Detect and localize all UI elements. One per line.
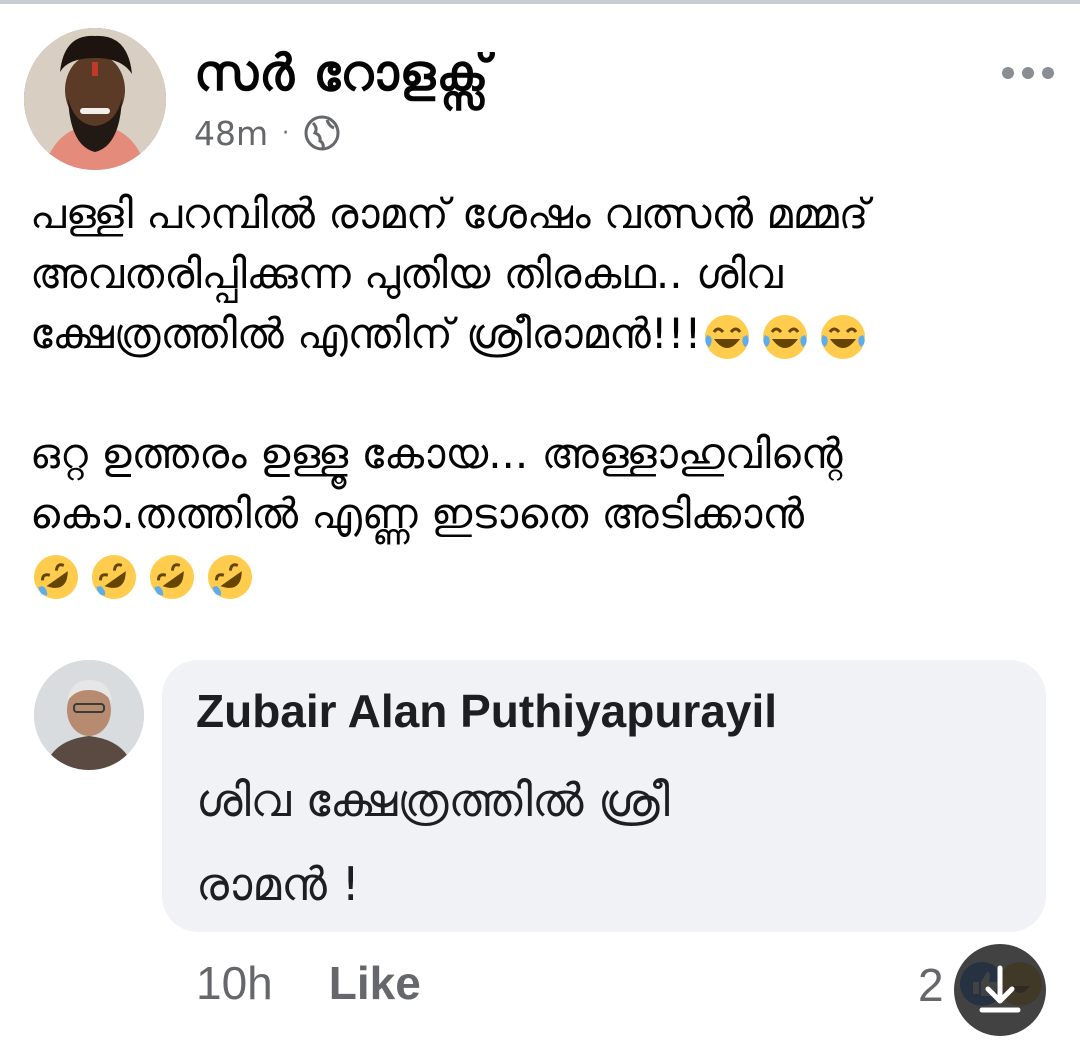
comment-timestamp[interactable]: 10h — [196, 956, 273, 1010]
post-line: കൊ.തത്തിൽ എണ്ണ ഇടാതെ അടിക്കാൻ — [30, 489, 804, 538]
post-author-name[interactable]: സർ റോളക്സ് — [194, 44, 490, 103]
post-line-text: ക്ഷേത്രത്തിൽ എന്തിന് ശ്രീരാമൻ!!! — [30, 309, 702, 358]
rofl-emoji-icon — [34, 554, 78, 599]
post-meta: 48m · — [194, 110, 341, 156]
post-timestamp[interactable]: 48m — [194, 114, 268, 153]
laugh-emoji-group — [701, 311, 869, 363]
more-options-icon[interactable] — [1002, 58, 1054, 88]
globe-icon — [304, 115, 340, 151]
like-button[interactable]: Like — [329, 956, 421, 1010]
more-dot — [1002, 67, 1014, 79]
comment-actions: 10h Like — [196, 956, 421, 1010]
post-line: ക്ഷേത്രത്തിൽ എന്തിന് ശ്രീരാമൻ!!! — [30, 304, 1060, 364]
commenter-avatar[interactable] — [34, 660, 144, 770]
post-line: പള്ളി പറമ്പിൽ രാമന് ശേഷം വത്സൻ മമ്മദ് — [30, 189, 869, 238]
comment-text: ശിവ ക്ഷേത്രത്തിൽ ശ്രീ രാമൻ ! — [196, 758, 1016, 926]
commenter-name[interactable]: Zubair Alan Puthiyapurayil — [196, 684, 777, 738]
more-dot — [1042, 67, 1054, 79]
laughing-emoji-icon — [763, 314, 808, 359]
comment-line: രാമൻ ! — [196, 857, 360, 911]
post-line — [30, 544, 1060, 604]
more-dot — [1022, 67, 1034, 79]
rofl-emoji-group — [30, 551, 256, 603]
post-line: ഒറ്റ ഉത്തരം ഉള്ളൂ കോയ... അള്ളാഹുവിന്റെ — [30, 429, 843, 478]
comment-bubble: Zubair Alan Puthiyapurayil ശിവ ക്ഷേത്രത്… — [162, 660, 1046, 932]
comment-line: ശിവ ക്ഷേത്രത്തിൽ ശ്രീ — [196, 773, 670, 827]
reaction-count[interactable]: 2 — [918, 958, 944, 1012]
download-icon[interactable] — [954, 944, 1046, 1036]
post-text: പള്ളി പറമ്പിൽ രാമന് ശേഷം വത്സൻ മമ്മദ് അവ… — [30, 184, 1060, 604]
top-divider — [0, 0, 1080, 4]
rofl-emoji-icon — [150, 554, 194, 599]
laughing-emoji-icon — [821, 314, 866, 359]
rofl-emoji-icon — [92, 554, 136, 599]
post-line: അവതരിപ്പിക്കുന്ന പുതിയ തിരകഥ.. ശിവ — [30, 249, 783, 298]
laughing-emoji-icon — [705, 314, 750, 359]
author-avatar[interactable] — [24, 28, 166, 170]
rofl-emoji-icon — [208, 554, 252, 599]
meta-separator: · — [282, 120, 290, 146]
